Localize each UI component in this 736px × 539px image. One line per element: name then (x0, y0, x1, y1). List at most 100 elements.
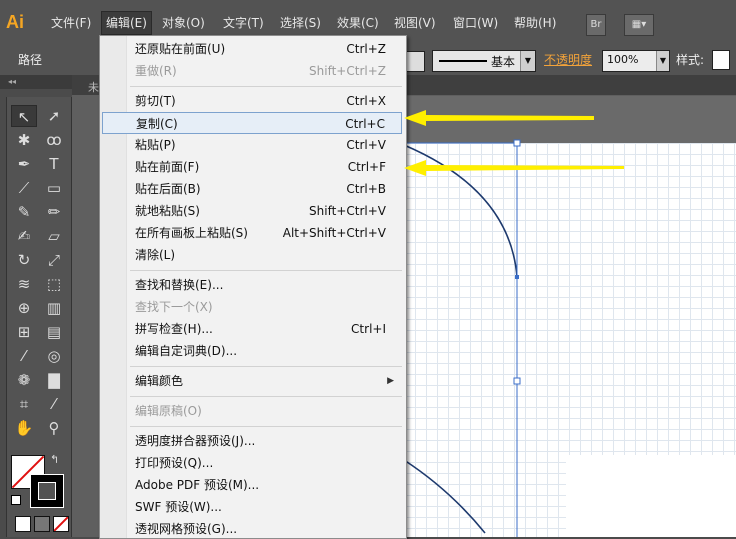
menu-item-pdf-presets[interactable]: Adobe PDF 预设(M)... (102, 474, 402, 496)
menu-item-label: 在所有画板上粘贴(S) (135, 226, 248, 240)
slice-icon[interactable]: ⁄ (41, 393, 67, 415)
paintbrush-icon[interactable]: ✎ (11, 201, 37, 223)
selection-icon[interactable]: ↖ (11, 105, 37, 127)
annotation-arrow-paste-front (404, 160, 624, 176)
menu-item-shortcut: Ctrl+Z (346, 42, 386, 56)
menu-item-shortcut: Ctrl+C (345, 117, 385, 131)
blob-brush-icon[interactable]: ✍ (11, 225, 37, 247)
chevron-down-icon[interactable]: ▼ (520, 51, 535, 71)
menu-item-cut[interactable]: 剪切(T) Ctrl+X (102, 90, 402, 112)
menu-separator (130, 396, 402, 397)
symbol-sprayer-icon[interactable]: ❁ (11, 369, 37, 391)
shape-builder-icon[interactable]: ⊕ (11, 297, 37, 319)
menu-item-clear[interactable]: 清除(L) (102, 244, 402, 266)
menu-item-paste-in-back[interactable]: 贴在后面(B) Ctrl+B (102, 178, 402, 200)
width-icon[interactable]: ≋ (11, 273, 37, 295)
menu-item-edit-original: 编辑原稿(O) (102, 400, 402, 422)
menu-separator (130, 270, 402, 271)
menu-separator (130, 86, 402, 87)
eyedropper-icon[interactable]: ⁄ (11, 345, 37, 367)
eraser-icon[interactable]: ▱ (41, 225, 67, 247)
menu-item-shortcut: Ctrl+F (347, 160, 386, 174)
color-mode-button[interactable] (15, 516, 31, 532)
rotate-icon[interactable]: ↻ (11, 249, 37, 271)
direct-selection-icon[interactable]: ➚ (41, 105, 67, 127)
menu-item-shortcut: Alt+Shift+Ctrl+V (282, 226, 386, 240)
menu-file[interactable]: 文件(F) (47, 12, 95, 34)
menu-item-paste-in-front[interactable]: 贴在前面(F) Ctrl+F (102, 156, 402, 178)
menu-object[interactable]: 对象(O) (158, 12, 209, 34)
menu-item-find-next: 查找下一个(X) (102, 296, 402, 318)
free-transform-icon[interactable]: ⬚ (41, 273, 67, 295)
perspective-grid-icon[interactable]: ▥ (41, 297, 67, 319)
chevron-down-icon[interactable]: ▼ (656, 51, 669, 71)
menu-item-label: 透视网格预设(G)... (135, 522, 238, 536)
pen-icon[interactable]: ✒ (11, 153, 37, 175)
swap-fill-stroke-icon[interactable]: ↰ (50, 453, 59, 466)
tools-panel-header[interactable]: ◂◂ (0, 75, 72, 89)
menu-item-shortcut: Ctrl+X (346, 94, 386, 108)
menu-edit[interactable]: 编辑(E) (101, 11, 152, 35)
menu-item-redo: 重做(R) Shift+Ctrl+Z (102, 60, 402, 82)
rectangle-icon[interactable]: ▭ (41, 177, 67, 199)
menu-item-flattener-presets[interactable]: 透明度拼合器预设(J)... (102, 430, 402, 452)
opacity-link[interactable]: 不透明度 (544, 51, 592, 68)
artboard-blank-region (566, 455, 736, 537)
document-tab[interactable]: 未 (88, 79, 99, 95)
menu-item-spell-check[interactable]: 拼写检查(H)... Ctrl+I (102, 318, 402, 340)
bridge-button[interactable]: Br (586, 14, 606, 36)
zoom-icon[interactable]: ⚲ (41, 417, 67, 439)
artboard-icon[interactable]: ⌗ (11, 393, 37, 415)
menu-item-paste[interactable]: 粘贴(P) Ctrl+V (102, 134, 402, 156)
pencil-icon[interactable]: ✏ (41, 201, 67, 223)
blend-icon[interactable]: ◎ (41, 345, 67, 367)
stroke-style-dropdown[interactable]: 基本 ▼ (432, 50, 536, 72)
lasso-icon[interactable]: ꝏ (41, 129, 67, 151)
line-icon[interactable]: ⟋ (11, 177, 37, 199)
opacity-input[interactable]: 100% ▼ (602, 50, 670, 72)
workspace-switcher-button[interactable]: ▦▾ (624, 14, 654, 36)
menu-effect[interactable]: 效果(C) (333, 12, 383, 34)
menu-item-edit-colors[interactable]: 编辑颜色 ▶ (102, 370, 402, 392)
column-graph-icon[interactable]: ▇ (41, 369, 67, 391)
menu-item-label: 编辑自定词典(D)... (135, 344, 238, 358)
menu-item-shortcut: Ctrl+V (346, 138, 386, 152)
menu-view[interactable]: 视图(V) (390, 12, 440, 34)
menu-item-label: 贴在后面(B) (135, 182, 201, 196)
menu-item-label: 打印预设(Q)... (135, 456, 214, 470)
menu-item-undo[interactable]: 还原贴在前面(U) Ctrl+Z (102, 38, 402, 60)
menu-item-perspective-grid-presets[interactable]: 透视网格预设(G)... (102, 518, 402, 538)
stroke-color-swatch[interactable] (30, 474, 64, 508)
hand-icon[interactable]: ✋ (11, 417, 37, 439)
graphic-style-label: 样式: (676, 53, 705, 67)
menu-item-paste-all-artboards[interactable]: 在所有画板上粘贴(S) Alt+Shift+Ctrl+V (102, 222, 402, 244)
arrow-shape (404, 110, 594, 126)
menu-item-shortcut: Shift+Ctrl+V (309, 204, 386, 218)
menu-help[interactable]: 帮助(H) (510, 12, 560, 34)
menu-item-label: 还原贴在前面(U) (135, 42, 226, 56)
menu-item-find-replace[interactable]: 查找和替换(E)... (102, 274, 402, 296)
gradient-icon[interactable]: ▤ (41, 321, 67, 343)
default-colors-icon[interactable] (11, 495, 21, 505)
gradient-mode-button[interactable] (34, 516, 50, 532)
menu-item-shortcut: Shift+Ctrl+Z (309, 64, 386, 78)
scale-icon[interactable]: ⤢ (41, 249, 67, 271)
menu-item-label: 透明度拼合器预设(J)... (135, 434, 256, 448)
magic-wand-icon[interactable]: ✱ (11, 129, 37, 151)
graphic-style-swatch[interactable] (712, 50, 730, 70)
selection-type-label: 路径 (18, 53, 43, 67)
stroke-weight-dropdown[interactable] (405, 51, 425, 72)
menu-item-print-presets[interactable]: 打印预设(Q)... (102, 452, 402, 474)
menu-item-edit-dictionary[interactable]: 编辑自定词典(D)... (102, 340, 402, 362)
menu-item-paste-in-place[interactable]: 就地粘贴(S) Shift+Ctrl+V (102, 200, 402, 222)
menu-select[interactable]: 选择(S) (276, 12, 325, 34)
menu-separator (130, 426, 402, 427)
opacity-value: 100% (607, 53, 639, 66)
menu-item-swf-presets[interactable]: SWF 预设(W)... (102, 496, 402, 518)
menu-window[interactable]: 窗口(W) (449, 12, 502, 34)
mesh-icon[interactable]: ⊞ (11, 321, 37, 343)
type-icon[interactable]: T (41, 153, 67, 175)
none-mode-button[interactable] (53, 516, 69, 532)
menu-item-copy[interactable]: 复制(C) Ctrl+C (102, 112, 402, 134)
menu-type[interactable]: 文字(T) (219, 12, 268, 34)
